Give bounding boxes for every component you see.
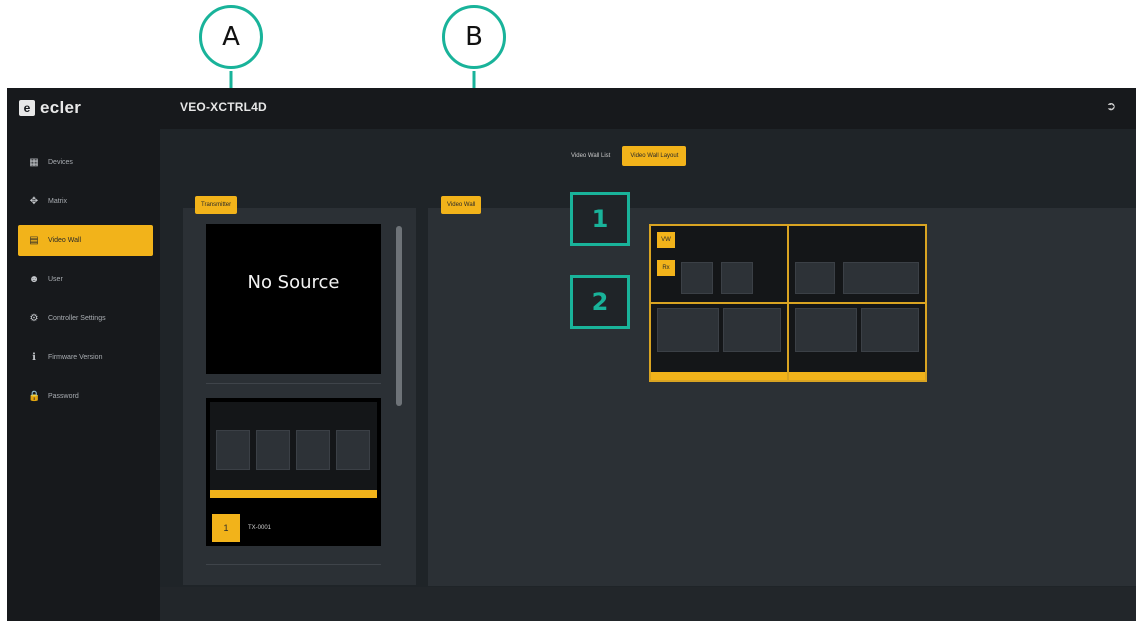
gear-icon: ⚙: [29, 313, 39, 324]
wall-preview-tile: [723, 308, 781, 352]
sidebar-item-label: Controller Settings: [48, 315, 106, 322]
grid-icon: ▦: [29, 157, 39, 168]
sidebar-item-label: Matrix: [48, 198, 68, 205]
user-icon: ☻: [28, 274, 40, 285]
logo-text: ecler: [40, 98, 82, 117]
page: A B e ecler ▦ Devices ✥ Matrix ▤ Video W…: [0, 0, 1136, 621]
callout-2: 2: [570, 275, 630, 329]
app-window: e ecler ▦ Devices ✥ Matrix ▤ Video Wall …: [7, 88, 1136, 621]
tab-bar: Video Wall List Video Wall Layout: [563, 146, 687, 166]
wall-preview-tile: [681, 262, 713, 294]
sidebar-item-label: Video Wall: [48, 237, 82, 244]
sidebar-item-label: Password: [48, 393, 79, 400]
sidebar-item-label: Devices: [48, 159, 73, 166]
transmitter-button[interactable]: Transmitter: [195, 196, 238, 214]
wall-cell-4[interactable]: [789, 304, 925, 380]
video-wall-icon: ▤: [29, 235, 39, 246]
sidebar-item-video-wall[interactable]: ▤ Video Wall: [18, 225, 153, 256]
preview-tile: [256, 430, 290, 470]
wall-preview-tile: [795, 308, 857, 352]
wall-cell-2[interactable]: [789, 226, 925, 302]
sidebar-item-controller-settings[interactable]: ⚙ Controller Settings: [18, 303, 153, 334]
sidebar-item-label: Firmware Version: [48, 354, 103, 361]
callout-b: B: [442, 5, 506, 69]
video-wall-badge[interactable]: VW: [657, 232, 675, 248]
source-list-scrollbar[interactable]: [396, 226, 402, 406]
logout-icon[interactable]: ➲: [1106, 99, 1120, 113]
wall-preview-bar: [789, 372, 925, 380]
source-card-tx[interactable]: 1 TX-0001: [206, 398, 381, 546]
source-preview: [210, 402, 377, 498]
preview-tile: [336, 430, 370, 470]
wall-preview-tile: [861, 308, 919, 352]
no-source-label: No Source: [247, 272, 340, 293]
rx-badge[interactable]: Rx: [657, 260, 675, 276]
video-wall-grid: VW Rx: [649, 224, 927, 382]
preview-tile: [296, 430, 330, 470]
source-card-no-source[interactable]: No Source: [206, 224, 381, 374]
wall-cell-3[interactable]: [651, 304, 787, 380]
wall-preview-bar: [651, 372, 787, 380]
video-wall-button[interactable]: Video Wall: [441, 196, 482, 214]
tab-video-wall-list[interactable]: Video Wall List: [563, 146, 618, 166]
divider: [206, 564, 381, 565]
info-icon: ℹ: [32, 352, 36, 363]
top-bar: VEO-XCTRL4D ➲: [160, 88, 1136, 129]
source-footer: 1 TX-0001: [212, 514, 271, 542]
preview-bar: [210, 490, 377, 498]
wall-preview-tile: [657, 308, 719, 352]
callout-a: A: [199, 5, 263, 69]
source-list: No Source 1 TX-0001: [206, 224, 396, 570]
bottom-strip: [160, 587, 1136, 621]
sidebar-item-user[interactable]: ☻ User: [18, 264, 153, 295]
tab-video-wall-layout[interactable]: Video Wall Layout: [622, 146, 687, 166]
sidebar-item-label: User: [48, 276, 63, 283]
logo: e ecler: [19, 98, 81, 118]
move-icon: ✥: [29, 196, 39, 207]
preview-tile: [216, 430, 250, 470]
sidebar-item-matrix[interactable]: ✥ Matrix: [18, 186, 153, 217]
sidebar-item-password[interactable]: 🔒 Password: [18, 381, 153, 412]
sidebar-nav: ▦ Devices ✥ Matrix ▤ Video Wall ☻ User ⚙: [18, 147, 153, 420]
source-name: TX-0001: [248, 525, 272, 531]
lock-icon: 🔒: [28, 391, 41, 402]
divider: [206, 383, 381, 384]
logo-mark-icon: e: [19, 100, 35, 116]
page-title: VEO-XCTRL4D: [180, 100, 267, 114]
scrollbar-thumb[interactable]: [396, 226, 402, 406]
wall-preview-tile: [721, 262, 753, 294]
sidebar: e ecler ▦ Devices ✥ Matrix ▤ Video Wall …: [7, 88, 160, 621]
callout-1: 1: [570, 192, 630, 246]
wall-preview-tile: [843, 262, 919, 294]
sidebar-item-firmware-version[interactable]: ℹ Firmware Version: [18, 342, 153, 373]
sidebar-item-devices[interactable]: ▦ Devices: [18, 147, 153, 178]
wall-preview-tile: [795, 262, 835, 294]
source-number-badge: 1: [212, 514, 240, 542]
